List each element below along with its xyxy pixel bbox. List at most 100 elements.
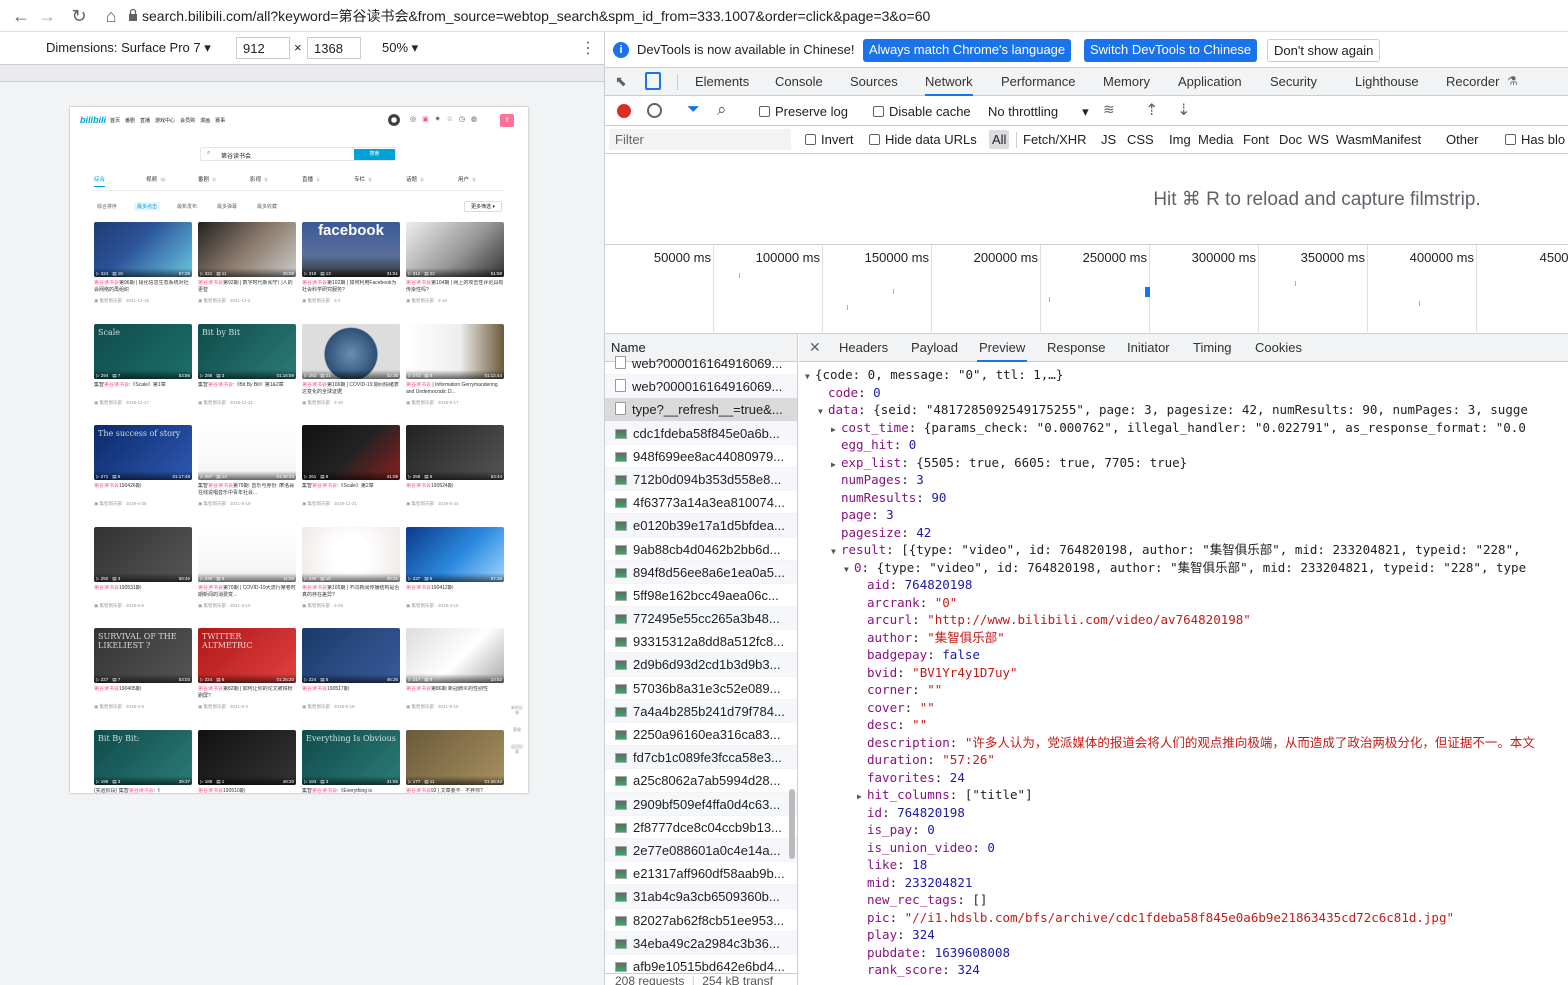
width-input[interactable]: 912 bbox=[236, 37, 290, 59]
height-input[interactable]: 1368 bbox=[307, 37, 361, 59]
json-line[interactable]: pubdate: 1639608008 bbox=[799, 944, 1568, 962]
detail-tab[interactable]: Timing bbox=[1191, 334, 1234, 362]
video-card[interactable]: ▷ 312 ▤ 22 51:58 第谷读书会第104期 | 网上的攻击性评论具有传染性… bbox=[406, 222, 504, 312]
type-tab[interactable]: 用户 0 bbox=[458, 175, 477, 183]
request-row[interactable]: 7a4a4b285b241d79f784... bbox=[605, 699, 797, 723]
json-line[interactable]: ▶ hit_columns: ["title"] bbox=[799, 786, 1568, 804]
sort-option[interactable]: 最多点击 bbox=[134, 202, 161, 211]
video-title[interactable]: 第谷读书会190524期 bbox=[406, 483, 504, 497]
video-thumbnail[interactable]: ▷ 267 ▤ 14 01:46:44 bbox=[198, 425, 296, 480]
video-thumbnail[interactable]: ▷ 324 ▤ 18 57:26 bbox=[94, 222, 192, 277]
side-tool[interactable]: 客服 bbox=[510, 727, 524, 732]
home-icon[interactable]: ⌂ bbox=[100, 5, 122, 27]
video-title[interactable]: 第谷读书会 | Information Gerrymandering and U… bbox=[406, 382, 504, 396]
back-arrow-icon[interactable]: ← bbox=[10, 5, 32, 27]
type-filter[interactable]: Img bbox=[1166, 130, 1194, 149]
video-thumbnail[interactable]: ▷ 224 ▤ 5 46:36 bbox=[302, 628, 400, 683]
request-row[interactable]: 2e77e088601a0c4e14a... bbox=[605, 838, 797, 863]
type-tab[interactable]: 直播 0 bbox=[302, 175, 321, 183]
json-line[interactable]: like: 18 bbox=[799, 856, 1568, 874]
video-meta[interactable]: ▣ 集智俱乐部 · 2021-6-2 bbox=[198, 704, 248, 710]
video-card[interactable]: ▷ 283 ▤ 21 42:38 第谷读书会第106期 | COVID-19 期间情绪… bbox=[302, 323, 400, 414]
has-blocked-checkbox[interactable]: Has blo bbox=[1505, 132, 1565, 147]
video-thumbnail[interactable]: ▷ 237 ▤ 5 57:16 bbox=[406, 526, 504, 582]
video-title[interactable]: 第谷读书会第105期 | 不同新闻传播结构是否真的存在差异? bbox=[302, 585, 400, 599]
video-thumbnail[interactable]: ▷ 217 ▤ 9 23:52 bbox=[406, 628, 504, 683]
type-tab[interactable]: 话题 0 bbox=[406, 175, 425, 183]
video-card[interactable]: ▷ 267 ▤ 14 01:46:44 集智第谷读书会第79期: 音乐与身份: 摩洛哥… bbox=[198, 425, 296, 515]
request-row[interactable]: 772495e55cc265a3b48... bbox=[605, 607, 797, 631]
dont-show-again-button[interactable]: Don't show again bbox=[1267, 39, 1381, 62]
expand-triangle-icon[interactable]: ▼ bbox=[805, 368, 815, 386]
disable-cache-checkbox[interactable]: Disable cache bbox=[873, 104, 971, 119]
video-thumbnail[interactable]: Scale ▷ 294 ▤ 7 53:56 bbox=[94, 323, 192, 379]
type-tab[interactable]: 影视 0 bbox=[250, 175, 269, 183]
video-title[interactable]: 第谷读书会第106期 | COVID-19 期间情绪表达变化的全球证据 bbox=[302, 382, 400, 396]
dimensions-select[interactable]: Dimensions: Surface Pro 7 ▾ bbox=[46, 40, 211, 56]
video-card[interactable]: ▷ 261 ▤ 8 41:08 集智第谷读书会:《Scale》第2章 ▣ 集智俱乐部 ·… bbox=[302, 425, 400, 515]
json-line[interactable]: cover: "" bbox=[799, 699, 1568, 717]
sort-option[interactable]: 最多弹幕 bbox=[214, 202, 240, 211]
video-card[interactable]: ▷ 258 ▤ 6 53:44 第谷读书会190524期 ▣ 集智俱乐部 · 2019-… bbox=[406, 425, 504, 515]
video-meta[interactable]: ▣ 集智俱乐部 · 2021-11-3 bbox=[198, 298, 250, 304]
video-title[interactable]: 集智第谷读书会:《Everything is bbox=[302, 788, 400, 794]
video-thumbnail[interactable]: ▷ 283 ▤ 21 42:38 bbox=[302, 323, 400, 379]
request-row[interactable]: 4f63773a14a3ea810074... bbox=[605, 491, 797, 515]
video-title[interactable]: (实验阶段) 集智第谷读书会:《 bbox=[94, 788, 192, 794]
video-card[interactable]: ▷ 177 ▤ 11 01:26:42 第谷读书会92 | 文章要不 · 不弃你? bbox=[406, 729, 504, 794]
expand-triangle-icon[interactable]: ▼ bbox=[844, 561, 854, 579]
devtools-tab[interactable]: Sources bbox=[850, 68, 898, 96]
clock-icon[interactable]: ◷ bbox=[459, 116, 471, 123]
video-title[interactable]: 第谷读书会92 | 文章要不 · 不弃你? bbox=[406, 788, 504, 794]
request-row[interactable]: a25c8062a7ab5994d28... bbox=[605, 769, 797, 793]
video-title[interactable]: 第谷读书会190517期 bbox=[302, 686, 400, 700]
video-thumbnail[interactable]: The success of story ▷ 271 ▤ 6 01:17:48 bbox=[94, 425, 192, 480]
sort-option[interactable]: 最多收藏 bbox=[254, 202, 280, 211]
star-icon[interactable]: ☆ bbox=[447, 116, 459, 123]
video-card[interactable]: ▷ 224 ▤ 5 46:36 第谷读书会190517期 ▣ 集智俱乐部 · 2019-… bbox=[302, 628, 400, 718]
video-title[interactable]: 集智第谷读书会第79期: 音乐与身份: 摩洛哥在线说唱音乐中青年社会... bbox=[198, 483, 296, 497]
json-line[interactable]: is_pay: 0 bbox=[799, 821, 1568, 839]
json-line[interactable]: ▼ result: [{type: "video", id: 764820198,… bbox=[799, 541, 1568, 559]
request-row[interactable]: web?000016164916069... bbox=[605, 375, 797, 399]
video-thumbnail[interactable]: ▷ 250 ▤ 3 58:46 bbox=[94, 526, 192, 582]
request-row[interactable]: type?__refresh__=true&... bbox=[605, 398, 797, 422]
video-meta[interactable]: ▣ 集智俱乐部 · 2018-12-21 bbox=[302, 501, 357, 507]
devtools-tab[interactable]: Memory bbox=[1103, 68, 1150, 96]
video-meta[interactable]: ▣ 集智俱乐部 · 3-25 bbox=[302, 603, 343, 609]
video-card[interactable]: ▷ 250 ▤ 3 58:46 第谷读书会190531期 ▣ 集智俱乐部 · 2019-… bbox=[94, 526, 192, 617]
video-title[interactable]: 第谷读书会第70期 | COVID-19大流行席卷时期新闻的消费变... bbox=[198, 585, 296, 599]
nav-item[interactable]: 游戏中心 bbox=[155, 118, 175, 124]
side-tool[interactable]: 新的反馈 bbox=[510, 705, 524, 715]
video-title[interactable]: 第谷读书会第104期 | 网上的攻击性评论具有传染性吗? bbox=[406, 280, 504, 294]
video-thumbnail[interactable]: ▷ 258 ▤ 6 53:44 bbox=[406, 425, 504, 480]
devtools-tab[interactable]: Application bbox=[1178, 68, 1242, 96]
devtools-tab[interactable]: Security bbox=[1270, 68, 1317, 96]
json-line[interactable]: corner: "" bbox=[799, 681, 1568, 699]
request-row[interactable]: 31ab4c9a3cb6509360b... bbox=[605, 885, 797, 909]
json-line[interactable]: id: 764820198 bbox=[799, 804, 1568, 822]
devtools-tab[interactable]: Network bbox=[925, 68, 973, 96]
more-options-icon[interactable]: ⋮ bbox=[580, 38, 596, 58]
json-line[interactable]: numResults: 90 bbox=[799, 489, 1568, 507]
type-filter[interactable]: All bbox=[989, 130, 1010, 149]
video-thumbnail[interactable]: Bit by Bit ▷ 286 ▤ 3 01:16:59 bbox=[198, 323, 296, 379]
zoom-select[interactable]: 50% ▾ bbox=[382, 40, 418, 56]
video-card[interactable]: Scale ▷ 294 ▤ 7 53:56 集智第谷读书会:《Scale》第1章 ▣ 集智… bbox=[94, 323, 192, 414]
video-title[interactable]: 第谷读书会190510期 bbox=[198, 788, 296, 794]
request-row[interactable]: 93315312a8dd8a512fc8... bbox=[605, 630, 797, 654]
video-title[interactable]: 集智第谷读书会:《Scale》第2章 bbox=[302, 483, 400, 497]
export-har-icon[interactable]: ⇣ bbox=[1177, 100, 1190, 120]
devtools-tab[interactable]: Elements bbox=[695, 68, 749, 96]
switch-chinese-button[interactable]: Switch DevTools to Chinese bbox=[1084, 39, 1258, 62]
video-card[interactable]: ▷ 237 ▤ 5 57:16 第谷读书会190412期 ▣ 集智俱乐部 · 2019-… bbox=[406, 526, 504, 617]
video-thumbnail[interactable]: ▷ 240 ▤ 18 30:31 bbox=[302, 526, 400, 582]
nav-item[interactable]: 会员购 bbox=[180, 118, 195, 124]
video-meta[interactable]: ▣ 集智俱乐部 · 2019-4-15 bbox=[406, 603, 459, 609]
json-line[interactable]: egg_hit: 0 bbox=[799, 436, 1568, 454]
video-meta[interactable]: ▣ 集智俱乐部 · 3-2 bbox=[302, 298, 341, 304]
video-card[interactable]: facebook ▷ 319 ▤ 13 31:51 第谷读书会第102期 | 如何利用F… bbox=[302, 222, 400, 312]
video-title[interactable]: 第谷读书会第102期 | 如何利用Facebook为社会科学研究服务? bbox=[302, 280, 400, 294]
video-card[interactable]: ▷ 324 ▤ 18 57:26 第谷读书会第96期 | 极化信息生态系统对社会网络的… bbox=[94, 222, 192, 312]
bell-icon[interactable]: ◎ bbox=[410, 116, 422, 123]
